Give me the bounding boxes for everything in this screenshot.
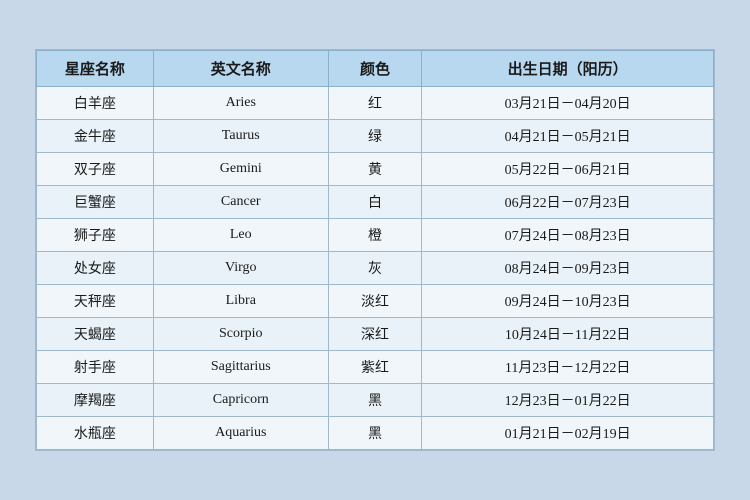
cell-date: 01月21日－02月19日: [422, 417, 714, 450]
cell-color: 黑: [328, 384, 421, 417]
table-row: 水瓶座Aquarius黑01月21日－02月19日: [37, 417, 714, 450]
cell-color: 白: [328, 186, 421, 219]
cell-date: 06月22日－07月23日: [422, 186, 714, 219]
cell-english: Virgo: [153, 252, 328, 285]
cell-chinese: 双子座: [37, 153, 154, 186]
cell-date: 04月21日－05月21日: [422, 120, 714, 153]
zodiac-table: 星座名称 英文名称 颜色 出生日期（阳历） 白羊座Aries红03月21日－04…: [36, 50, 714, 450]
cell-date: 10月24日－11月22日: [422, 318, 714, 351]
table-header-row: 星座名称 英文名称 颜色 出生日期（阳历）: [37, 51, 714, 87]
table-row: 金牛座Taurus绿04月21日－05月21日: [37, 120, 714, 153]
cell-date: 08月24日－09月23日: [422, 252, 714, 285]
cell-chinese: 金牛座: [37, 120, 154, 153]
table-row: 摩羯座Capricorn黑12月23日－01月22日: [37, 384, 714, 417]
cell-english: Aquarius: [153, 417, 328, 450]
header-chinese: 星座名称: [37, 51, 154, 87]
cell-english: Leo: [153, 219, 328, 252]
cell-date: 07月24日－08月23日: [422, 219, 714, 252]
cell-english: Aries: [153, 87, 328, 120]
table-row: 双子座Gemini黄05月22日－06月21日: [37, 153, 714, 186]
cell-color: 深红: [328, 318, 421, 351]
cell-color: 灰: [328, 252, 421, 285]
cell-english: Cancer: [153, 186, 328, 219]
header-color: 颜色: [328, 51, 421, 87]
cell-chinese: 狮子座: [37, 219, 154, 252]
header-english: 英文名称: [153, 51, 328, 87]
cell-color: 淡红: [328, 285, 421, 318]
cell-english: Sagittarius: [153, 351, 328, 384]
cell-english: Gemini: [153, 153, 328, 186]
cell-date: 11月23日－12月22日: [422, 351, 714, 384]
cell-chinese: 天秤座: [37, 285, 154, 318]
cell-color: 紫红: [328, 351, 421, 384]
cell-chinese: 天蝎座: [37, 318, 154, 351]
table-row: 天秤座Libra淡红09月24日－10月23日: [37, 285, 714, 318]
cell-english: Capricorn: [153, 384, 328, 417]
table-row: 白羊座Aries红03月21日－04月20日: [37, 87, 714, 120]
header-date: 出生日期（阳历）: [422, 51, 714, 87]
cell-chinese: 射手座: [37, 351, 154, 384]
cell-chinese: 处女座: [37, 252, 154, 285]
cell-english: Scorpio: [153, 318, 328, 351]
cell-color: 橙: [328, 219, 421, 252]
cell-date: 12月23日－01月22日: [422, 384, 714, 417]
cell-color: 黑: [328, 417, 421, 450]
cell-chinese: 白羊座: [37, 87, 154, 120]
cell-date: 03月21日－04月20日: [422, 87, 714, 120]
cell-english: Libra: [153, 285, 328, 318]
table-row: 巨蟹座Cancer白06月22日－07月23日: [37, 186, 714, 219]
zodiac-table-container: 星座名称 英文名称 颜色 出生日期（阳历） 白羊座Aries红03月21日－04…: [35, 49, 715, 451]
cell-chinese: 巨蟹座: [37, 186, 154, 219]
cell-color: 黄: [328, 153, 421, 186]
cell-date: 05月22日－06月21日: [422, 153, 714, 186]
table-row: 狮子座Leo橙07月24日－08月23日: [37, 219, 714, 252]
cell-color: 红: [328, 87, 421, 120]
table-row: 天蝎座Scorpio深红10月24日－11月22日: [37, 318, 714, 351]
cell-chinese: 摩羯座: [37, 384, 154, 417]
cell-chinese: 水瓶座: [37, 417, 154, 450]
cell-english: Taurus: [153, 120, 328, 153]
table-row: 处女座Virgo灰08月24日－09月23日: [37, 252, 714, 285]
table-row: 射手座Sagittarius紫红11月23日－12月22日: [37, 351, 714, 384]
cell-date: 09月24日－10月23日: [422, 285, 714, 318]
cell-color: 绿: [328, 120, 421, 153]
